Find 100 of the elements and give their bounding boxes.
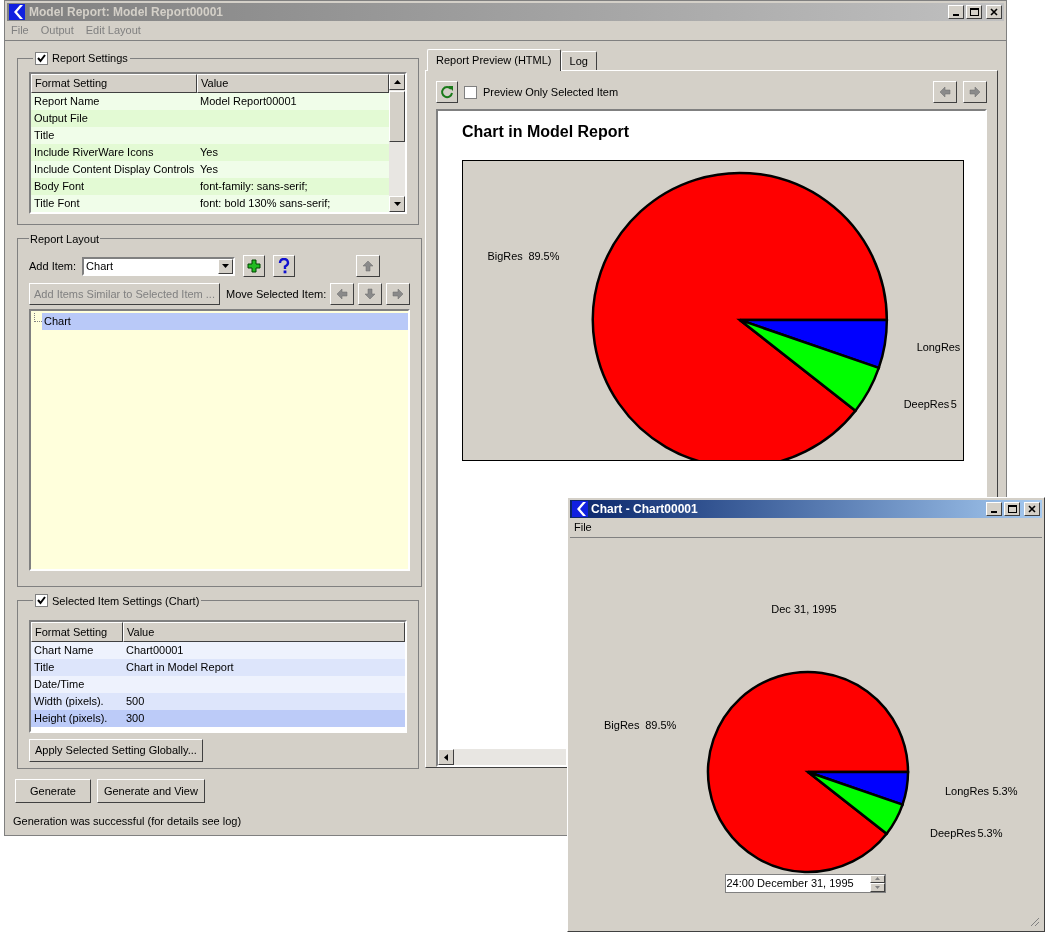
table-cell-text: Height (pixels). <box>33 711 109 727</box>
add-item-label: Add Item: <box>29 258 77 274</box>
forward-button[interactable] <box>963 81 987 103</box>
scroll-left-button[interactable] <box>438 749 454 765</box>
close-icon <box>1028 505 1036 513</box>
table-cell-text: 300 <box>125 711 146 727</box>
preview-only-checkbox[interactable] <box>464 85 477 99</box>
checkbox-label: Preview Only Selected Item <box>483 84 619 100</box>
scroll-up-button[interactable] <box>389 73 405 90</box>
question-mark-icon <box>278 258 291 274</box>
add-item-dropdown[interactable]: Chart <box>82 256 236 276</box>
scrollbar-thumb[interactable] <box>389 90 405 142</box>
table-cell-text: Title <box>33 660 56 676</box>
app-logo-icon <box>9 4 25 20</box>
move-up-button[interactable] <box>356 255 381 277</box>
slice-label: DeepRes <box>930 826 976 839</box>
tab[interactable]: Log <box>560 51 597 70</box>
table-cell-text: Title <box>33 127 56 143</box>
column-header: Format Setting <box>31 622 123 642</box>
table-cell-text: Report Name <box>33 93 101 109</box>
table-cell-text: Output File <box>33 110 89 126</box>
arrow-icon <box>362 260 375 272</box>
move-right-button[interactable] <box>386 283 411 305</box>
slice-value: 5.3% <box>992 784 1018 797</box>
table-cell-text: Width (pixels). <box>33 694 105 710</box>
table-row[interactable]: Chart Name Chart00001 <box>31 642 405 659</box>
report-title: Chart in Model Report <box>462 122 631 142</box>
report-settings-checkbox[interactable] <box>35 51 48 65</box>
table-cell-text: Model Report00001 <box>199 93 298 109</box>
table-cell-text: Include RiverWare Icons <box>33 144 155 160</box>
selected-item-checkbox[interactable] <box>35 594 48 608</box>
spin-down-button[interactable] <box>869 883 885 892</box>
slice-value: 89.5% <box>528 250 560 263</box>
table-row[interactable]: Date/Time <box>31 676 405 693</box>
arrow-icon <box>969 86 981 98</box>
add-button[interactable] <box>243 255 266 277</box>
table-cell-text: Include Content Display Controls <box>33 161 196 177</box>
table-row[interactable]: Title Chart in Model Report <box>31 659 405 676</box>
refresh-button[interactable] <box>436 81 458 103</box>
tree-item[interactable]: Chart <box>42 313 409 330</box>
table-row[interactable]: Width (pixels). 500 <box>31 693 405 710</box>
column-header: Value <box>123 622 405 642</box>
refresh-icon <box>440 85 454 99</box>
slice-label: BigRes <box>604 718 640 731</box>
dropdown-caret-icon[interactable] <box>218 258 234 274</box>
scroll-down-button[interactable] <box>389 195 405 212</box>
arrow-icon <box>364 288 377 300</box>
slice-label: LongRes <box>945 784 990 797</box>
window-title: Model Report: Model Report00001 <box>29 4 225 21</box>
arrow-icon <box>939 86 951 98</box>
slice-value: 5 <box>950 398 957 411</box>
date-time-spinner[interactable]: 24:00 December 31, 1995 <box>724 873 886 893</box>
caret-down-icon <box>393 201 401 206</box>
apply-globally-button[interactable]: Apply Selected Setting Globally... <box>29 739 203 762</box>
tab[interactable]: Report Preview (HTML) <box>427 49 561 71</box>
table-cell-text: font: bold 130% sans-serif; <box>199 195 332 211</box>
slice-label: DeepRes <box>903 398 950 411</box>
close-button[interactable] <box>1024 502 1040 516</box>
back-button[interactable] <box>933 81 957 103</box>
chart-date-label: Dec 31, 1995 <box>771 602 837 617</box>
group-label: Report Layout <box>29 231 101 247</box>
table-cell-text: Chart Name <box>33 643 95 659</box>
maximize-button[interactable] <box>966 5 982 19</box>
move-left-button[interactable] <box>330 283 355 305</box>
close-icon <box>990 8 998 16</box>
caret-down-icon <box>874 885 880 889</box>
table-cell-text: font-family: sans-serif; <box>199 178 309 194</box>
menu-item[interactable]: File <box>574 519 592 536</box>
generate-button[interactable]: Generate <box>15 779 91 803</box>
app-logo-icon <box>572 501 588 517</box>
slice-label: LongRes <box>916 340 961 353</box>
minimize-button[interactable] <box>948 5 964 19</box>
table-cell-text: Yes <box>199 144 219 160</box>
table-cell-text: Chart in Model Report <box>125 660 235 676</box>
minimize-button[interactable] <box>986 502 1002 516</box>
help-button[interactable] <box>273 255 296 277</box>
slice-value: 89.5% <box>645 718 677 731</box>
table-cell-text: Yes <box>199 161 219 177</box>
move-down-button[interactable] <box>358 283 383 305</box>
slice-value: 5.3% <box>977 826 1003 839</box>
table-cell-text: Chart00001 <box>125 643 185 659</box>
column-header: Format Setting <box>31 73 197 93</box>
arrow-icon <box>336 288 349 300</box>
caret-up-icon <box>393 79 401 84</box>
table-cell-text: 500 <box>125 694 146 710</box>
resize-grip-icon[interactable] <box>1028 915 1040 927</box>
arrow-icon <box>392 288 405 300</box>
table-cell-text: Title Font <box>33 195 81 211</box>
window-title: Chart - Chart00001 <box>591 501 699 518</box>
slice-label: BigRes <box>487 250 523 263</box>
generate-and-view-button[interactable]: Generate and View <box>96 779 205 803</box>
table-row[interactable]: Height (pixels). 300 <box>31 710 405 727</box>
group-label: Selected Item Settings (Chart) <box>52 593 200 609</box>
move-selected-label: Move Selected Item: <box>225 286 327 302</box>
status-message: Generation was successful (for details see log) <box>13 814 243 829</box>
maximize-button[interactable] <box>1004 502 1020 516</box>
table-cell-text: Date/Time <box>33 677 86 693</box>
caret-up-icon <box>874 877 880 881</box>
column-header: Value <box>197 73 389 93</box>
close-button[interactable] <box>986 5 1002 19</box>
